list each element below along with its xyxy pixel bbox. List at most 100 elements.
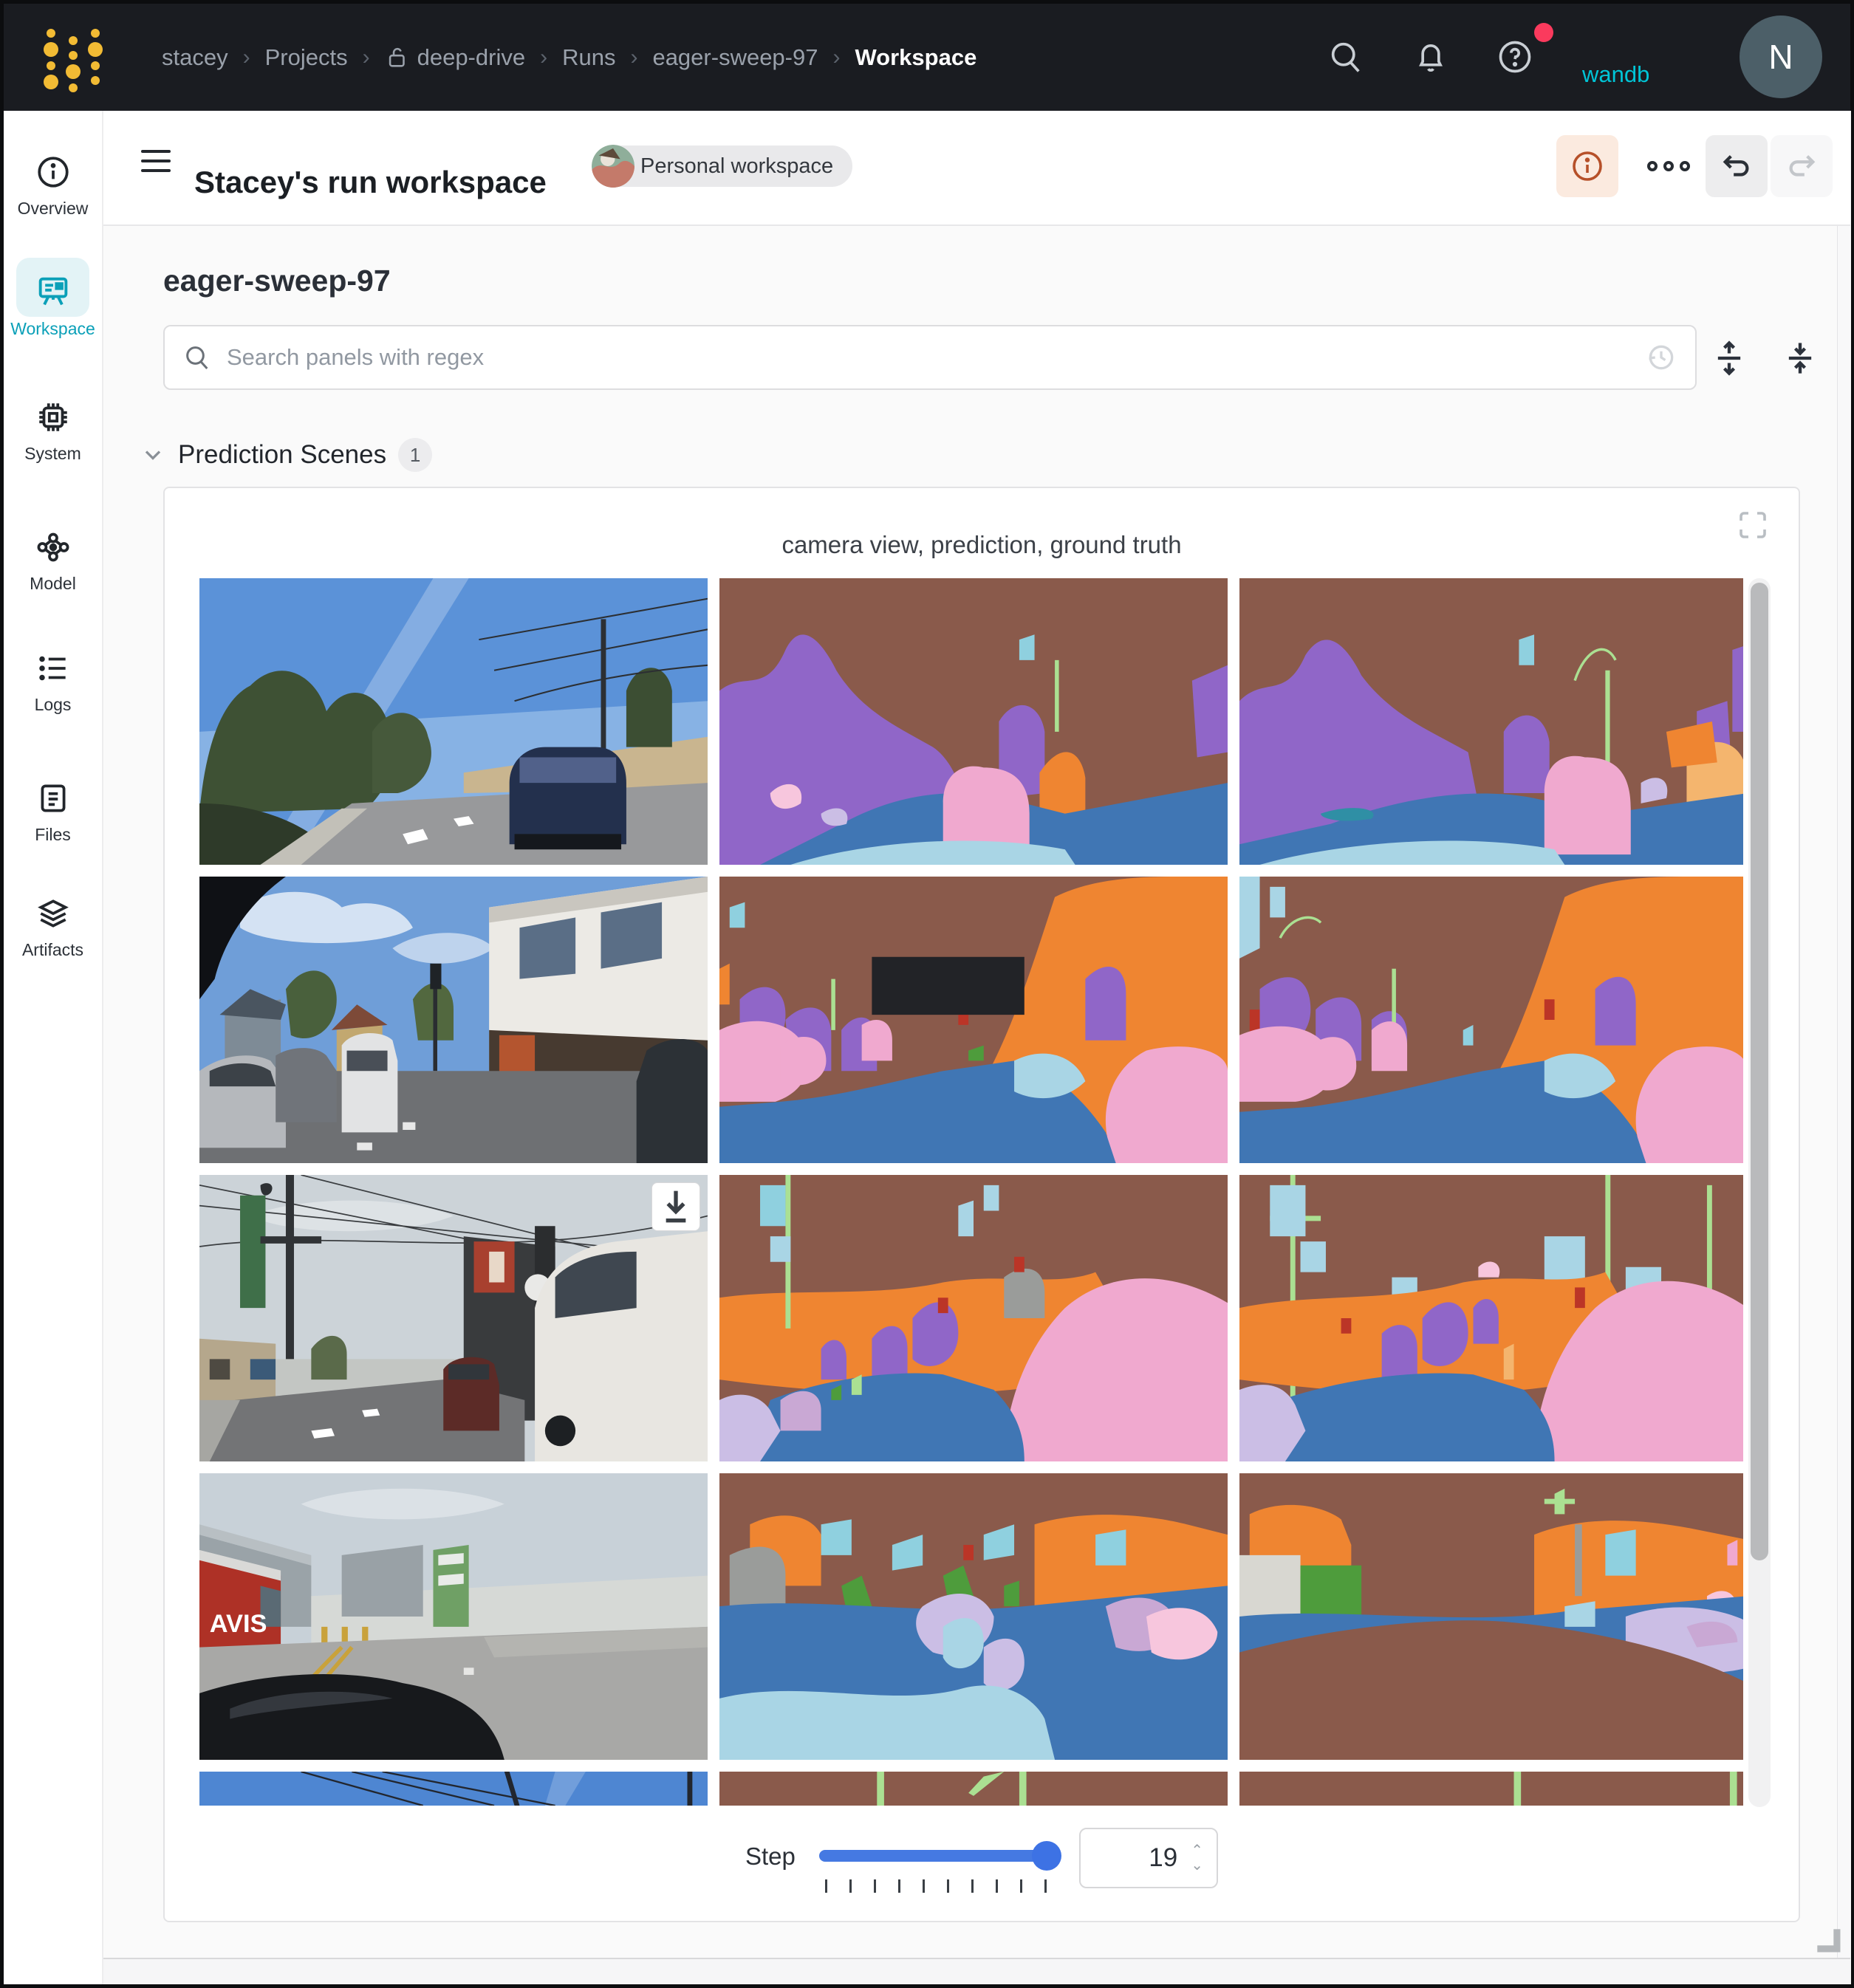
download-image-icon[interactable] [651, 1182, 700, 1231]
step-number-input[interactable]: 19 ⌃⌄ [1079, 1828, 1218, 1888]
scene-3-camera-image[interactable] [199, 1175, 708, 1461]
sidebar-item-system[interactable]: System [4, 398, 102, 464]
step-slider[interactable] [819, 1847, 1057, 1865]
breadcrumb-item-projects[interactable]: Projects [265, 44, 348, 71]
breadcrumb-separator: › [243, 45, 250, 70]
redo-button[interactable] [1771, 135, 1833, 197]
scene-2-prediction-image[interactable] [719, 877, 1228, 1163]
left-sidebar: Overview Workspace System Model Logs Files Art… [4, 111, 103, 1984]
sidebar-item-model[interactable]: Model [4, 528, 102, 594]
files-icon [34, 779, 72, 818]
breadcrumb-label: stacey [162, 44, 228, 71]
run-name: eager-sweep-97 [163, 264, 391, 298]
breadcrumb-item-runs[interactable]: Runs [562, 44, 615, 71]
sidebar-item-label: Artifacts [4, 940, 102, 960]
breadcrumb-label: deep-drive [417, 44, 525, 71]
sidebar-item-files[interactable]: Files [4, 779, 102, 845]
personal-workspace-chip[interactable]: Personal workspace [592, 145, 852, 187]
prediction-scenes-panel: camera view, prediction, ground truth AV… [163, 487, 1800, 1922]
slider-tick [971, 1879, 974, 1893]
sidebar-item-workspace[interactable]: Workspace [4, 273, 102, 339]
sidebar-item-label: Model [4, 574, 102, 594]
cpu-icon [34, 398, 72, 436]
expand-panels-icon[interactable] [1708, 337, 1750, 379]
breadcrumb-separator: › [540, 45, 547, 70]
media-panel-title: camera view, prediction, ground truth [165, 531, 1799, 559]
section-title[interactable]: Prediction Scenes [178, 440, 386, 470]
increment-icon[interactable]: ⌃ [1191, 1844, 1203, 1857]
breadcrumb-label: Runs [562, 44, 615, 71]
section-header: Prediction Scenes 1 [140, 438, 432, 472]
number-stepper[interactable]: ⌃⌄ [1191, 1844, 1203, 1872]
scene-5-prediction-image[interactable] [719, 1772, 1228, 1806]
panel-resize-handle[interactable] [1812, 1924, 1844, 1956]
media-scrollbar-thumb[interactable] [1751, 583, 1768, 1560]
decrement-icon[interactable]: ⌄ [1191, 1859, 1203, 1872]
panel-info-button[interactable] [1556, 135, 1618, 197]
breadcrumb-item-stacey[interactable]: stacey [162, 44, 228, 71]
workspace-icon [34, 273, 72, 311]
slider-tick [1044, 1879, 1047, 1893]
media-scrollbar-track[interactable] [1748, 578, 1771, 1807]
scene-4-camera-image[interactable]: AVIS [199, 1473, 708, 1760]
scene-4-prediction-image[interactable] [719, 1473, 1228, 1760]
scene-1-prediction-image[interactable] [719, 578, 1228, 865]
menu-icon[interactable] [141, 150, 171, 175]
search-icon [182, 343, 212, 372]
info-icon [34, 153, 72, 191]
search-input[interactable] [225, 343, 1645, 371]
section-count-badge: 1 [398, 438, 432, 472]
top-navbar: stacey › Projects › deep-drive › Runs › eager-sw… [4, 4, 1850, 111]
step-value: 19 [1149, 1843, 1177, 1873]
breadcrumb: stacey › Projects › deep-drive › Runs › eager-sw… [162, 4, 976, 111]
wandb-run-workspace-page: { "topnav": { "breadcrumb": [ {"label": … [0, 0, 1854, 1988]
sidebar-item-overview[interactable]: Overview [4, 153, 102, 219]
workspace-owner-avatar [592, 145, 634, 188]
breadcrumb-separator: › [832, 45, 840, 70]
bell-icon[interactable] [1401, 27, 1460, 86]
bottom-strip [103, 1959, 1850, 1984]
scene-5-camera-image[interactable] [199, 1772, 708, 1806]
sidebar-item-label: Files [4, 825, 102, 845]
breadcrumb-item-deep-drive[interactable]: deep-drive [385, 44, 525, 71]
scene-4-ground-truth-image[interactable] [1239, 1473, 1743, 1760]
step-slider-track[interactable] [819, 1850, 1057, 1862]
workspace-title: Stacey's run workspace [194, 165, 547, 200]
slider-tick [898, 1879, 900, 1893]
sidebar-item-label: Overview [4, 199, 102, 219]
slider-tick [923, 1879, 925, 1893]
scene-2-camera-image[interactable] [199, 877, 708, 1163]
step-slider-thumb[interactable] [1032, 1841, 1061, 1871]
scene-5-ground-truth-image[interactable] [1239, 1772, 1743, 1806]
notification-dot [1534, 23, 1553, 42]
collapse-panels-icon[interactable] [1779, 337, 1821, 379]
search-history-icon[interactable] [1645, 341, 1677, 374]
breadcrumb-item-workspace[interactable]: Workspace [855, 44, 976, 71]
sidebar-item-logs[interactable]: Logs [4, 649, 102, 715]
undo-button[interactable] [1706, 135, 1768, 197]
wandb-logo-icon[interactable] [36, 20, 110, 94]
panel-search-box[interactable] [163, 325, 1697, 390]
scene-1-ground-truth-image[interactable] [1239, 578, 1743, 865]
breadcrumb-item-eager-sweep-97[interactable]: eager-sweep-97 [652, 44, 818, 71]
slider-tick [996, 1879, 998, 1893]
scene-3-prediction-image[interactable] [719, 1175, 1228, 1461]
search-icon[interactable] [1316, 27, 1375, 86]
more-options-button[interactable] [1638, 135, 1700, 197]
wandb-link[interactable]: wandb [1582, 61, 1649, 88]
slider-tick [947, 1879, 949, 1893]
page-scrollbar[interactable] [1837, 111, 1851, 1984]
scene-2-ground-truth-image[interactable] [1239, 877, 1743, 1163]
scene-3-ground-truth-image[interactable] [1239, 1175, 1743, 1461]
sidebar-item-artifacts[interactable]: Artifacts [4, 894, 102, 960]
media-grid: AVIS [199, 578, 1743, 1807]
user-avatar[interactable]: N [1740, 16, 1822, 98]
breadcrumb-label: Projects [265, 44, 348, 71]
model-icon [34, 528, 72, 566]
svg-text:AVIS: AVIS [210, 1610, 267, 1638]
scene-1-camera-image[interactable] [199, 578, 708, 865]
sidebar-item-label: Logs [4, 695, 102, 715]
chevron-down-icon[interactable] [140, 442, 166, 468]
slider-tick [825, 1879, 827, 1893]
breadcrumb-separator: › [363, 45, 370, 70]
